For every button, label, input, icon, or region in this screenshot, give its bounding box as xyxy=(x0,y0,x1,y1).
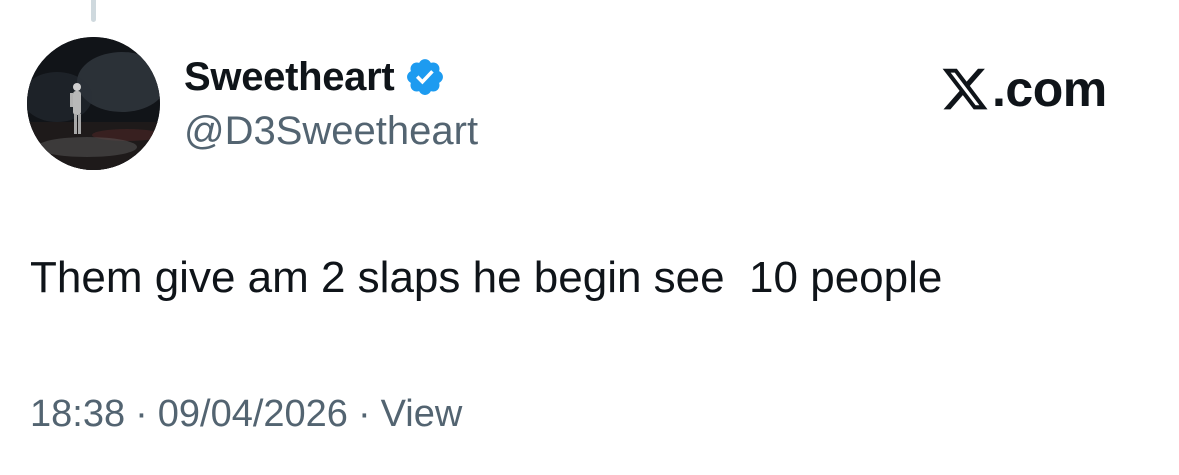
avatar-image xyxy=(27,37,160,170)
author-display-name[interactable]: Sweetheart xyxy=(184,52,395,102)
author-handle[interactable]: @D3Sweetheart xyxy=(184,106,478,156)
tweet-meta: 18:38 · 09/04/2026 · View xyxy=(30,390,462,438)
avatar[interactable] xyxy=(27,37,160,170)
x-com-brand: .com xyxy=(940,58,1107,120)
thread-connector-line xyxy=(91,0,96,22)
x-logo-icon xyxy=(940,64,990,114)
meta-separator: · xyxy=(357,393,371,435)
site-suffix: .com xyxy=(992,61,1107,117)
meta-separator: · xyxy=(135,393,148,435)
views-link[interactable]: View xyxy=(381,390,463,438)
tweet-time[interactable]: 18:38 xyxy=(30,390,125,438)
tweet-date[interactable]: 09/04/2026 xyxy=(158,390,348,438)
author-name-row[interactable]: Sweetheart xyxy=(184,52,446,102)
verified-badge-icon xyxy=(404,56,446,98)
tweet-text: Them give am 2 slaps he begin see 10 peo… xyxy=(30,253,943,302)
